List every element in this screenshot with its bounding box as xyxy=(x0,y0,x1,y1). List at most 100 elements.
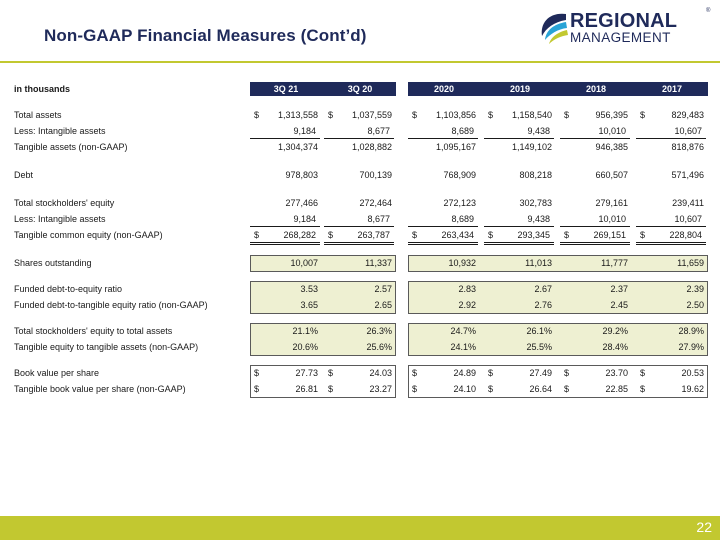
value-cell: 1,028,882 xyxy=(324,140,396,154)
value-cell: 277,466 xyxy=(250,196,322,210)
value-number: 3.65 xyxy=(300,300,318,310)
currency-symbol: $ xyxy=(412,110,418,120)
value-cell: 28.4% xyxy=(560,340,632,354)
value-number: 269,151 xyxy=(593,230,626,240)
currency-symbol: $ xyxy=(640,110,646,120)
logo-registered-mark: ® xyxy=(706,8,711,14)
value-number: 28.9% xyxy=(678,326,704,336)
value-cell: 279,161 xyxy=(560,196,632,210)
value-number: 11,777 xyxy=(601,258,628,268)
value-number: 279,161 xyxy=(595,198,628,208)
value-cell: 3.65 xyxy=(250,298,322,312)
value-cell: 26.1% xyxy=(484,324,556,338)
value-cell: $26.64 xyxy=(484,382,556,396)
value-cell: 571,496 xyxy=(636,168,708,182)
page-title: Non-GAAP Financial Measures (Cont’d) xyxy=(44,26,367,45)
value-number: 1,028,882 xyxy=(351,142,392,152)
row-label: Debt xyxy=(14,170,34,180)
row-label: Tangible book value per share (non-GAAP) xyxy=(14,384,186,394)
value-number: 10,007 xyxy=(290,258,318,268)
value-cell: 3.53 xyxy=(250,282,322,296)
value-number: 272,464 xyxy=(359,198,392,208)
value-cell: 11,777 xyxy=(560,256,632,270)
value-number: 8,689 xyxy=(451,214,474,224)
value-number: 9,438 xyxy=(527,214,550,224)
value-cell: $228,804 xyxy=(636,228,706,245)
currency-symbol: $ xyxy=(488,384,494,394)
value-number: 9,438 xyxy=(527,126,550,136)
value-cell: 8,677 xyxy=(324,212,394,227)
column-header: 2017 xyxy=(661,84,683,94)
value-number: 26.3% xyxy=(366,326,392,336)
value-cell: 946,385 xyxy=(560,140,632,154)
value-number: 24.1% xyxy=(450,342,476,352)
value-number: 9,184 xyxy=(293,214,316,224)
value-number: 25.6% xyxy=(366,342,392,352)
value-cell: 2.76 xyxy=(484,298,556,312)
value-number: 808,218 xyxy=(519,170,552,180)
value-number: 27.49 xyxy=(529,368,552,378)
value-number: 2.37 xyxy=(610,284,628,294)
row-label: Less: Intangible assets xyxy=(14,214,106,224)
value-number: 2.92 xyxy=(458,300,476,310)
value-cell: 1,304,374 xyxy=(250,140,322,154)
currency-symbol: $ xyxy=(640,368,646,378)
value-number: 11,659 xyxy=(677,258,704,268)
table-row: Less: Intangible assets 9,184 8,677 8,689 9,… xyxy=(10,124,712,139)
value-number: 263,787 xyxy=(357,230,390,240)
value-number: 1,313,558 xyxy=(277,110,318,120)
value-number: 8,677 xyxy=(367,126,390,136)
currency-symbol: $ xyxy=(254,368,260,378)
value-number: 3.53 xyxy=(300,284,318,294)
currency-symbol: $ xyxy=(412,230,418,240)
value-number: 2.83 xyxy=(458,284,476,294)
value-number: 22.85 xyxy=(605,384,628,394)
value-cell: $20.53 xyxy=(636,366,708,380)
value-number: 20.6% xyxy=(292,342,318,352)
value-cell: $1,037,559 xyxy=(324,108,396,122)
row-label: Shares outstanding xyxy=(14,258,92,268)
table-row: Debt 978,803 700,139 768,909 808,218 660,507 5… xyxy=(10,168,712,182)
currency-symbol: $ xyxy=(640,384,646,394)
value-number: 2.39 xyxy=(686,284,704,294)
value-number: 302,783 xyxy=(519,198,552,208)
value-cell: $293,345 xyxy=(484,228,554,245)
value-number: 268,282 xyxy=(283,230,316,240)
value-number: 24.10 xyxy=(453,384,476,394)
value-cell: $1,313,558 xyxy=(250,108,322,122)
table-row: Funded debt-to-tangible equity ratio (no… xyxy=(10,298,712,312)
currency-symbol: $ xyxy=(564,368,570,378)
currency-symbol: $ xyxy=(328,384,334,394)
table-row: Tangible equity to tangible assets (non-… xyxy=(10,340,712,354)
value-cell: $27.49 xyxy=(484,366,556,380)
column-header: 2019 xyxy=(509,84,531,94)
value-cell: 10,007 xyxy=(250,256,322,270)
value-number: 700,139 xyxy=(359,170,392,180)
value-number: 29.2% xyxy=(602,326,628,336)
value-number: 11,013 xyxy=(525,258,552,268)
value-cell: $22.85 xyxy=(560,382,632,396)
value-cell: 8,689 xyxy=(408,212,478,227)
value-cell: 24.1% xyxy=(408,340,480,354)
value-cell: 9,184 xyxy=(250,212,320,227)
value-number: 293,345 xyxy=(517,230,550,240)
footer-bar: 22 xyxy=(0,516,720,540)
row-label: Tangible common equity (non-GAAP) xyxy=(14,230,163,240)
value-number: 1,095,167 xyxy=(435,142,476,152)
value-cell: 10,010 xyxy=(560,212,630,227)
value-number: 818,876 xyxy=(671,142,704,152)
currency-symbol: $ xyxy=(412,384,418,394)
value-number: 23.27 xyxy=(369,384,392,394)
value-number: 277,466 xyxy=(285,198,318,208)
value-number: 24.7% xyxy=(450,326,476,336)
value-cell: 272,123 xyxy=(408,196,480,210)
value-cell: $23.70 xyxy=(560,366,632,380)
row-label: Book value per share xyxy=(14,368,100,378)
page-number: 22 xyxy=(696,519,712,535)
currency-symbol: $ xyxy=(564,110,570,120)
value-cell: 700,139 xyxy=(324,168,396,182)
value-number: 768,909 xyxy=(443,170,476,180)
value-cell: $1,103,856 xyxy=(408,108,480,122)
currency-symbol: $ xyxy=(640,230,646,240)
value-number: 24.89 xyxy=(453,368,476,378)
